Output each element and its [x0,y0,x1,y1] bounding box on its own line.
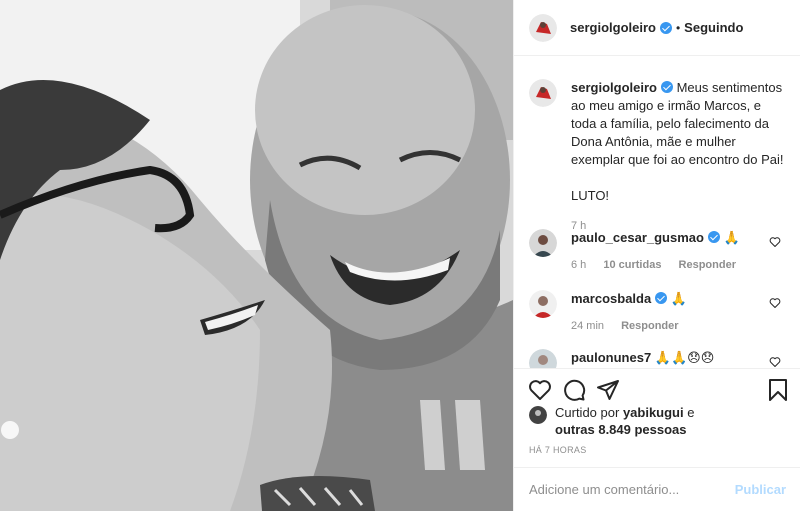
following-button[interactable]: Seguindo [684,20,743,35]
comment-body: marcosbalda 🙏 24 min Responder [571,290,771,332]
reply-button[interactable]: Responder [621,320,678,332]
comment-body: paulonunes7 🙏🙏😞😞 [571,349,771,368]
comment-item: paulonunes7 🙏🙏😞😞 [529,349,791,368]
verified-badge-icon [659,21,672,34]
caption-extra-text: LUTO! [571,188,610,203]
share-icon[interactable] [596,378,620,402]
post-header: sergiolgoleiro • Seguindo [514,0,800,56]
comment-username[interactable]: paulo_cesar_gusmao [571,230,704,245]
comment-meta: 6 h 10 curtidas Responder [571,259,771,271]
post-sidebar: sergiolgoleiro • Seguindo sergiolgoleiro… [513,0,800,511]
author-avatar[interactable] [529,13,557,42]
comment-meta: 24 min Responder [571,320,771,332]
comment-content: 🙏 [723,230,740,245]
likes-conj: e [687,405,695,420]
post-photo[interactable] [0,0,513,511]
likes-prefix: Curtido por [555,405,620,420]
comment-like-heart-icon[interactable] [769,236,781,248]
comments-list[interactable]: sergiolgoleiro Meus sentimentos ao meu a… [514,57,800,368]
comment-text: paulo_cesar_gusmao 🙏 [571,229,771,247]
caption-username[interactable]: sergiolgoleiro [571,80,657,95]
caption-body: sergiolgoleiro Meus sentimentos ao meu a… [571,79,786,235]
liker-avatar[interactable] [529,406,547,424]
add-comment-bar: Publicar [514,467,800,511]
comment-text: paulonunes7 🙏🙏😞😞 [571,349,771,367]
post-caption: sergiolgoleiro Meus sentimentos ao meu a… [529,79,789,235]
likes-summary: Curtido por yabikugui e outras 8.849 pes… [529,404,694,438]
header-separator: • [675,20,681,35]
comment-avatar[interactable] [529,290,557,318]
photo-image [0,0,513,511]
comment-time[interactable]: 6 h [571,259,586,271]
comment-item: marcosbalda 🙏 24 min Responder [529,290,791,332]
publish-button[interactable]: Publicar [735,482,786,497]
post-timestamp[interactable]: HÁ 7 HORAS [529,445,587,455]
caption-avatar[interactable] [529,79,557,107]
comment-like-heart-icon[interactable] [769,297,781,309]
liker-username[interactable]: yabikugui [623,405,684,420]
comment-input[interactable] [529,482,735,497]
comment-like-heart-icon[interactable] [769,356,781,368]
comment-avatar[interactable] [529,229,557,257]
likes-text: Curtido por yabikugui e outras 8.849 pes… [555,404,694,438]
bookmark-icon[interactable] [766,378,790,402]
reply-button[interactable]: Responder [679,259,736,271]
comment-text: marcosbalda 🙏 [571,290,771,308]
comment-avatar[interactable] [529,349,557,368]
heart-icon[interactable] [528,378,552,402]
comment-time[interactable]: 24 min [571,320,604,332]
comment-likes-count[interactable]: 10 curtidas [603,259,661,271]
comment-content: 🙏 [670,291,688,306]
author-username[interactable]: sergiolgoleiro [570,20,656,35]
comment-item: paulo_cesar_gusmao 🙏 6 h 10 curtidas Res… [529,229,791,271]
verified-badge-icon [655,292,668,304]
likes-others[interactable]: outras 8.849 pessoas [555,422,687,437]
comment-username[interactable]: marcosbalda [571,291,651,306]
instagram-post: sergiolgoleiro • Seguindo sergiolgoleiro… [0,0,800,511]
verified-badge-icon [707,231,720,243]
comment-username[interactable]: paulonunes7 [571,350,651,365]
verified-badge-icon [660,81,673,93]
comment-body: paulo_cesar_gusmao 🙏 6 h 10 curtidas Res… [571,229,771,271]
comment-content: 🙏🙏😞😞 [654,350,715,365]
comment-icon[interactable] [562,378,586,402]
